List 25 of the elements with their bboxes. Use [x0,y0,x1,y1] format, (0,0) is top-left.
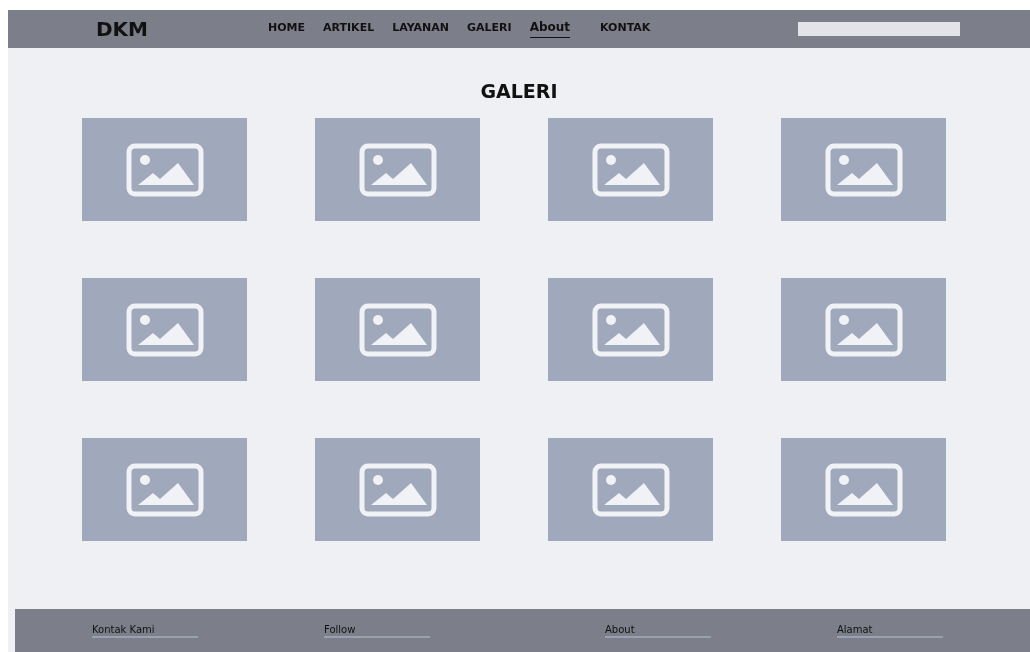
footer-heading: Kontak Kami [92,623,198,638]
nav-link[interactable]: ARTIKEL [323,20,375,38]
nav-link[interactable]: HOME [268,20,306,38]
nav-link[interactable]: About [529,20,571,38]
image-icon [591,462,670,517]
page-title: GALERI [480,80,558,102]
image-icon [125,302,204,357]
logo: DKM [96,17,149,41]
image-icon [358,302,437,357]
image-icon [358,462,437,517]
image-icon [591,142,670,197]
image-icon [591,302,670,357]
image-icon [824,142,903,197]
footer-heading: Follow [324,623,430,638]
footer-heading: Alamat [837,623,943,638]
footer-heading: About [605,623,711,638]
image-icon [125,142,204,197]
image-icon [824,462,903,517]
image-icon [824,302,903,357]
image-icon [358,142,437,197]
nav-link[interactable]: KONTAK [600,20,651,38]
image-icon [125,462,204,517]
search-field[interactable] [798,22,960,36]
nav-link[interactable]: LAYANAN [392,20,449,38]
nav-link[interactable]: GALERI [467,20,512,38]
